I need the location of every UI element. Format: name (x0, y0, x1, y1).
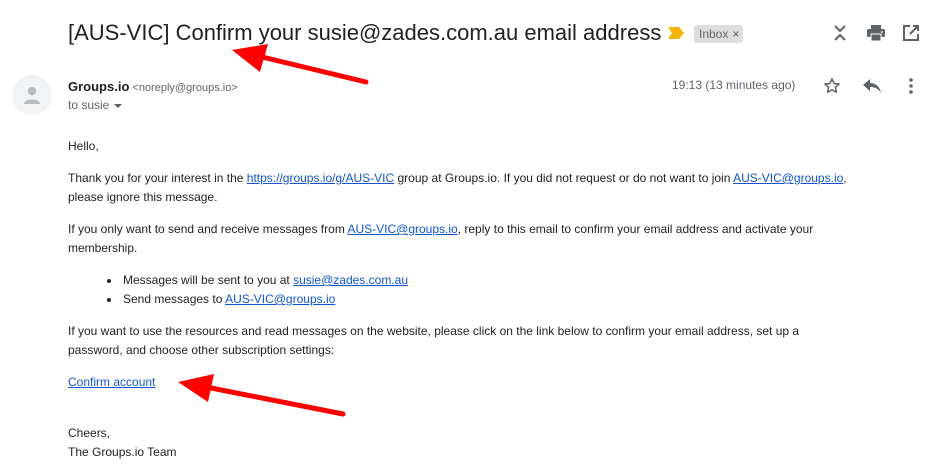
unfold-icon[interactable] (829, 22, 851, 44)
email-timestamp: 19:13 (13 minutes ago) (672, 78, 796, 92)
paragraph-send-receive: If you only want to send and receive mes… (68, 222, 814, 255)
subscriber-email-link[interactable]: susie@zades.com.au (293, 273, 408, 287)
group-email-link-2[interactable]: AUS-VIC@groups.io (347, 222, 457, 236)
reply-icon[interactable] (861, 75, 883, 97)
sender-email: <noreply@groups.io> (132, 82, 238, 94)
group-email-link-3[interactable]: AUS-VIC@groups.io (225, 292, 335, 306)
sender-line: Groups.io <noreply@groups.io> (68, 78, 238, 96)
person-icon (24, 86, 40, 104)
recipient-dropdown[interactable]: to susie (68, 98, 123, 112)
group-url-link[interactable]: https://groups.io/g/AUS-VIC (247, 171, 394, 185)
email-subject: [AUS-VIC] Confirm your susie@zades.com.a… (68, 20, 662, 45)
open-in-new-window-icon[interactable] (900, 22, 922, 44)
group-email-link[interactable]: AUS-VIC@groups.io (733, 171, 843, 185)
more-vert-icon[interactable] (900, 75, 922, 97)
sender-avatar[interactable] (12, 75, 52, 115)
confirm-account-link[interactable]: Confirm account (68, 375, 155, 389)
paragraph-website: If you want to use the resources and rea… (68, 324, 800, 357)
annotation-arrow-subject (232, 44, 369, 85)
sender-name[interactable]: Groups.io (68, 79, 129, 94)
star-icon[interactable] (821, 75, 843, 97)
inbox-label-chip[interactable]: Inbox × (694, 25, 744, 43)
confirm-account-row: Confirm account (68, 373, 268, 392)
caret-down-icon (114, 103, 123, 108)
bullet-dot (107, 298, 111, 302)
importance-marker-icon[interactable] (668, 27, 684, 39)
greeting: Hello, (68, 139, 99, 153)
list-item: Messages will be sent to you at susie@za… (123, 273, 408, 287)
print-icon[interactable] (865, 22, 887, 44)
paragraph-intro: Thank you for your interest in the https… (68, 171, 847, 204)
remove-label-icon[interactable]: × (732, 27, 739, 41)
closing: Cheers, The Groups.io Team (68, 426, 177, 459)
recipient-text: to susie (68, 98, 110, 112)
list-item: Send messages to AUS-VIC@groups.io (123, 292, 336, 306)
bullet-dot (107, 279, 111, 283)
label-chip-text: Inbox (699, 27, 729, 41)
